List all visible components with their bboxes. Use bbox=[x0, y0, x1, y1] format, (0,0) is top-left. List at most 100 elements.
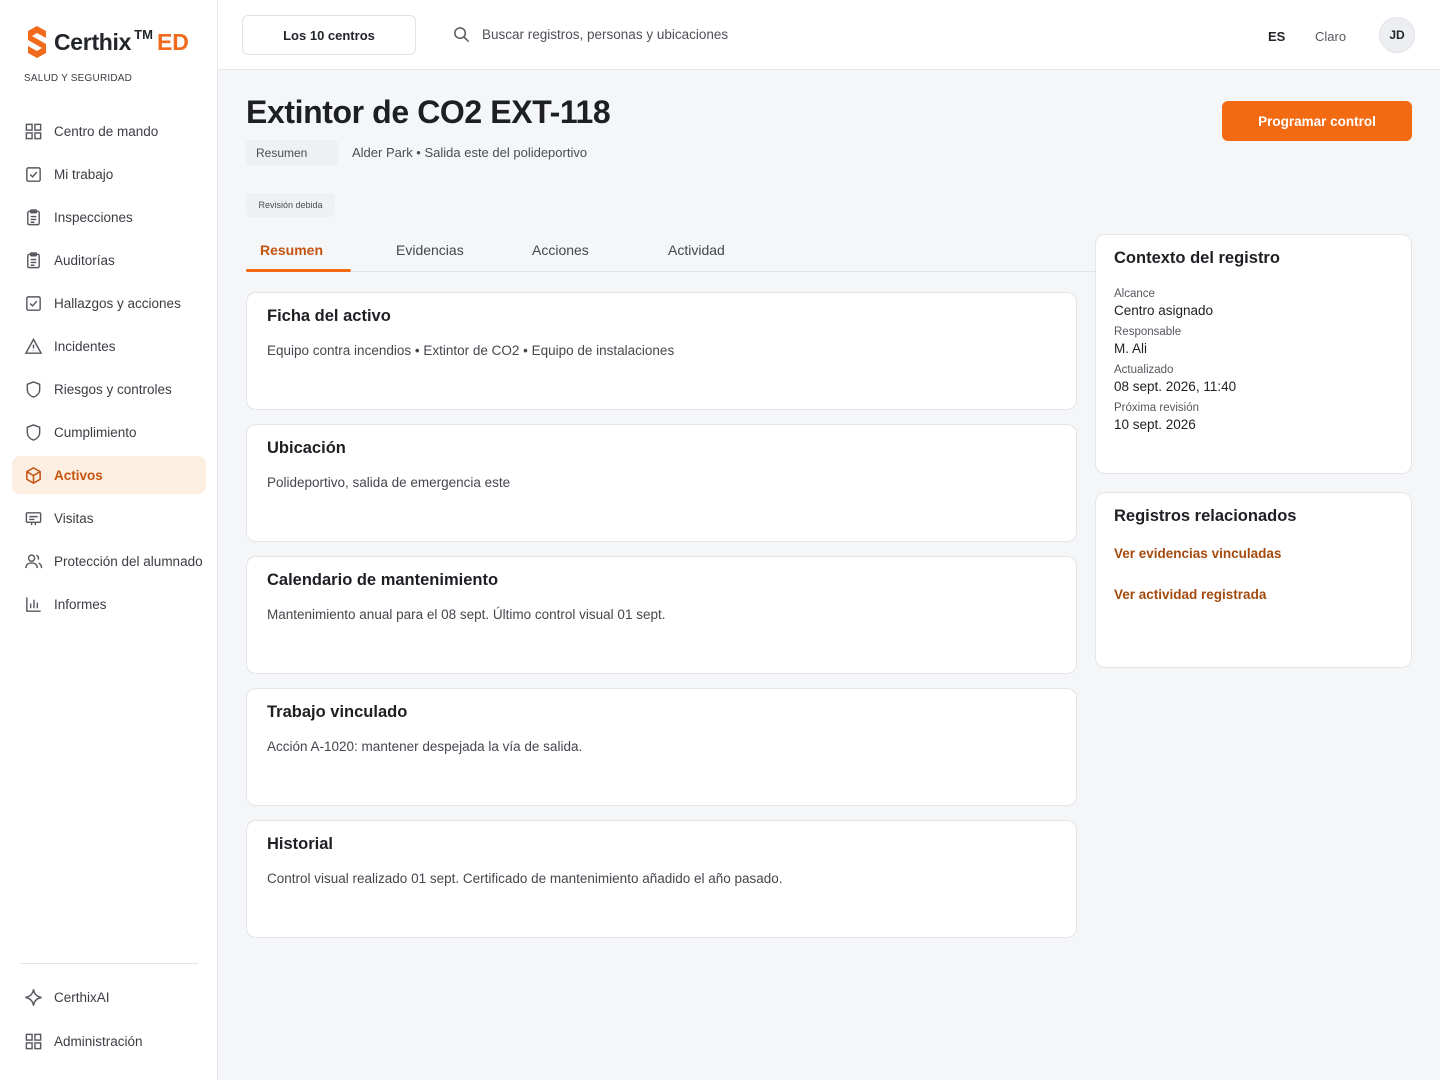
tab-resumen[interactable]: Resumen bbox=[260, 242, 323, 258]
clipboard-icon bbox=[27, 251, 40, 268]
sidebar-item-riesgos-y-controles[interactable]: Riesgos y controles bbox=[12, 370, 206, 408]
tab-evidencias[interactable]: Evidencias bbox=[396, 242, 464, 258]
box-icon bbox=[26, 466, 41, 484]
recorded-activity-link[interactable]: Ver actividad registrada bbox=[1114, 587, 1393, 602]
history-card: Historial Control visual realizado 01 se… bbox=[246, 820, 1077, 938]
brand-logo[interactable]: Certhix TM ED bbox=[24, 24, 189, 60]
grid-icon bbox=[25, 1033, 42, 1049]
location-card: Ubicación Polideportivo, salida de emerg… bbox=[246, 424, 1077, 542]
maintenance-calendar-card: Calendario de mantenimiento Mantenimient… bbox=[246, 556, 1077, 674]
sidebar-item-label: Administración bbox=[54, 1033, 143, 1049]
search-input[interactable] bbox=[482, 27, 882, 42]
panel-title: Contexto del registro bbox=[1114, 249, 1280, 267]
shield-icon bbox=[26, 423, 41, 441]
users-icon bbox=[25, 553, 43, 568]
sidebar-item-administracion[interactable]: Administración bbox=[12, 1022, 206, 1060]
sidebar-item-proteccion-del-alumnado[interactable]: Protección del alumnado bbox=[12, 542, 206, 580]
tab-acciones[interactable]: Acciones bbox=[532, 242, 589, 258]
main-nav: Centro de mando Mi trabajo Inspecciones … bbox=[12, 112, 206, 628]
sidebar-item-label: Activos bbox=[54, 467, 103, 483]
sidebar-item-label: Incidentes bbox=[54, 338, 116, 354]
sidebar-item-activos[interactable]: Activos bbox=[12, 456, 206, 494]
sidebar-item-hallazgos-y-acciones[interactable]: Hallazgos y acciones bbox=[12, 284, 206, 322]
tab-actividad[interactable]: Actividad bbox=[668, 242, 725, 258]
sidebar-item-label: Riesgos y controles bbox=[54, 381, 172, 397]
record-context-panel: Contexto del registro Alcance Centro asi… bbox=[1095, 234, 1412, 474]
theme-toggle[interactable]: Claro bbox=[1315, 29, 1346, 44]
sidebar-item-label: Informes bbox=[54, 596, 107, 612]
checkbox-icon bbox=[26, 295, 41, 311]
sparkle-icon bbox=[25, 988, 42, 1006]
status-badge: Revisión debida bbox=[246, 193, 335, 217]
sidebar-item-label: Cumplimiento bbox=[54, 424, 137, 440]
linked-evidence-link[interactable]: Ver evidencias vinculadas bbox=[1114, 546, 1393, 561]
sidebar-item-label: Protección del alumnado bbox=[54, 553, 203, 569]
card-title: Trabajo vinculado bbox=[267, 703, 408, 721]
avatar[interactable]: JD bbox=[1379, 17, 1415, 53]
top-bar: Los 10 centros ES Claro JD bbox=[218, 0, 1440, 70]
checkbox-icon bbox=[26, 166, 41, 182]
scope-selector-button[interactable]: Los 10 centros bbox=[242, 15, 416, 55]
certhix-logo-icon bbox=[28, 26, 46, 58]
location-line: Alder Park • Salida este del polideporti… bbox=[352, 145, 588, 160]
context-label-scope: Alcance bbox=[1114, 288, 1155, 300]
sidebar-item-certhixai[interactable]: CerthixAI bbox=[12, 978, 206, 1016]
sidebar-item-informes[interactable]: Informes bbox=[12, 585, 206, 623]
context-value-scope: Centro asignado bbox=[1114, 303, 1214, 318]
sidebar-item-mi-trabajo[interactable]: Mi trabajo bbox=[12, 155, 206, 193]
clipboard-icon bbox=[27, 208, 40, 225]
panel-title: Registros relacionados bbox=[1114, 507, 1297, 525]
sidebar-item-cumplimiento[interactable]: Cumplimiento bbox=[12, 413, 206, 451]
brand-suffix: ED bbox=[156, 28, 189, 55]
card-body: Mantenimiento anual para el 08 sept. Últ… bbox=[267, 607, 666, 622]
bottom-nav: CerthixAI Administración bbox=[12, 978, 206, 1066]
search-bar bbox=[452, 25, 882, 44]
linked-work-card: Trabajo vinculado Acción A-1020: mantene… bbox=[246, 688, 1077, 806]
sidebar-item-auditorias[interactable]: Auditorías bbox=[12, 241, 206, 279]
active-tab-indicator bbox=[246, 269, 351, 272]
asset-record-card: Ficha del activo Equipo contra incendios… bbox=[246, 292, 1077, 410]
language-toggle[interactable]: ES bbox=[1268, 29, 1285, 44]
sidebar-item-label: Inspecciones bbox=[54, 209, 133, 225]
card-body: Control visual realizado 01 sept. Certif… bbox=[267, 871, 783, 886]
bar-chart-icon bbox=[26, 596, 41, 612]
related-records-panel: Registros relacionados Ver evidencias vi… bbox=[1095, 492, 1412, 668]
warning-icon bbox=[24, 337, 43, 354]
sidebar-item-centro-de-mando[interactable]: Centro de mando bbox=[12, 112, 206, 150]
card-body: Equipo contra incendios • Extintor de CO… bbox=[267, 343, 675, 358]
search-icon bbox=[454, 27, 470, 43]
sidebar-divider bbox=[20, 963, 198, 964]
sidebar-item-label: Visitas bbox=[54, 510, 94, 526]
context-label-updated: Actualizado bbox=[1114, 364, 1174, 376]
context-value-next-review: 10 sept. 2026 bbox=[1114, 417, 1196, 432]
sidebar-item-inspecciones[interactable]: Inspecciones bbox=[12, 198, 206, 236]
sidebar-item-label: CerthixAI bbox=[54, 989, 110, 1005]
grid-icon bbox=[25, 123, 42, 139]
card-title: Ficha del activo bbox=[267, 307, 391, 325]
sidebar-item-incidentes[interactable]: Incidentes bbox=[12, 327, 206, 365]
sidebar-item-visitas[interactable]: Visitas bbox=[12, 499, 206, 537]
summary-chip: Resumen bbox=[246, 140, 338, 165]
context-label-owner: Responsable bbox=[1114, 326, 1182, 338]
card-title: Historial bbox=[267, 835, 334, 853]
sidebar: Certhix TM ED SALUD Y SEGURIDAD Centro d… bbox=[0, 0, 218, 1080]
context-value-updated: 08 sept. 2026, 11:40 bbox=[1114, 379, 1237, 394]
sidebar-item-label: Mi trabajo bbox=[54, 166, 114, 182]
id-card-icon bbox=[25, 511, 42, 525]
card-body: Acción A-1020: mantener despejada la vía… bbox=[267, 739, 583, 754]
sidebar-item-label: Centro de mando bbox=[54, 123, 159, 139]
sidebar-item-label: Auditorías bbox=[54, 252, 115, 268]
sidebar-item-label: Hallazgos y acciones bbox=[54, 295, 181, 311]
brand-name: Certhix bbox=[54, 28, 132, 55]
page-title: Extintor de CO2 EXT-118 bbox=[246, 94, 611, 130]
schedule-check-button[interactable]: Programar control bbox=[1222, 101, 1412, 141]
tab-bar: Resumen Evidencias Acciones Actividad bbox=[246, 236, 1096, 272]
card-body: Polideportivo, salida de emergencia este bbox=[267, 475, 511, 490]
brand-trademark: TM bbox=[134, 26, 153, 42]
brand-subtitle: SALUD Y SEGURIDAD bbox=[24, 73, 133, 84]
card-title: Ubicación bbox=[267, 439, 346, 457]
shield-icon bbox=[26, 380, 41, 398]
context-label-next-review: Próxima revisión bbox=[1114, 402, 1199, 414]
card-title: Calendario de mantenimiento bbox=[267, 571, 499, 589]
context-value-owner: M. Ali bbox=[1114, 341, 1148, 356]
